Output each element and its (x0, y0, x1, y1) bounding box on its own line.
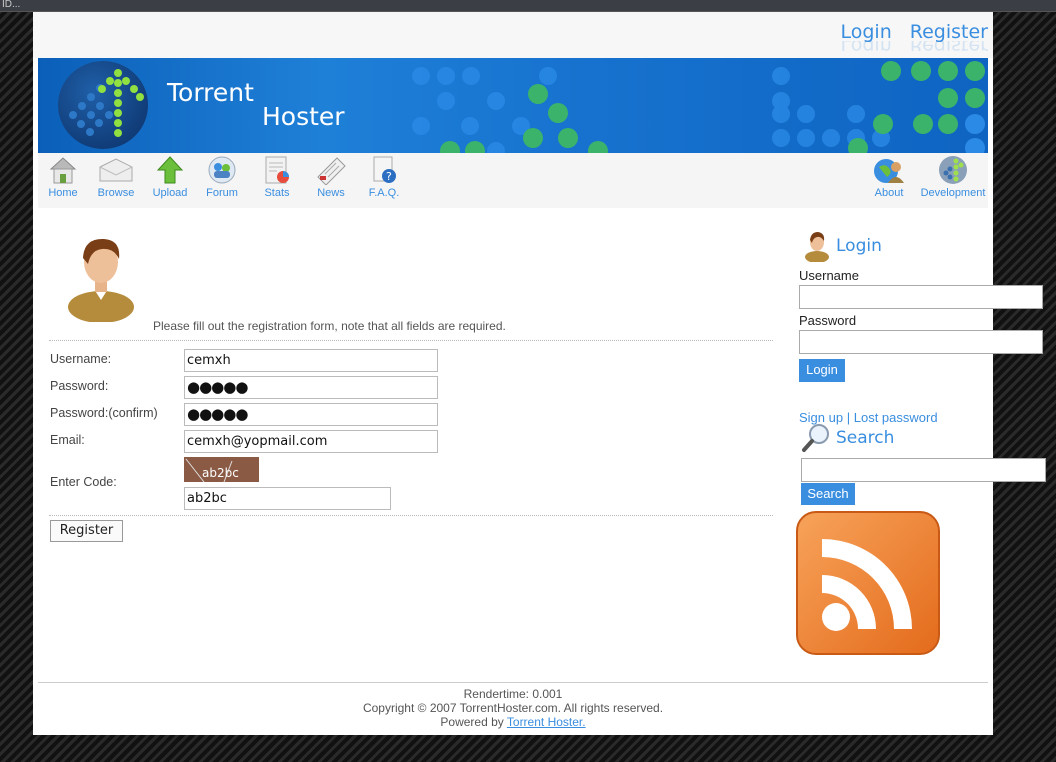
home-icon (49, 157, 77, 184)
sidebar-username-input[interactable] (799, 285, 1043, 309)
window-title: ID... (2, 0, 21, 10)
sidebar-username-label: Username (799, 268, 859, 283)
sidebar-search-input[interactable] (801, 458, 1046, 482)
svg-text:?: ? (386, 170, 392, 183)
login-reflection: Login (841, 41, 892, 51)
username-input[interactable]: cemxh (184, 349, 438, 372)
user-avatar-icon (68, 238, 134, 322)
form-bottom-separator (49, 515, 773, 516)
main-navbar: Home Browse Upload Forum Stats News ? F.… (38, 153, 988, 208)
email-label: Email: (50, 433, 85, 447)
password-confirm-label: Password:(confirm) (50, 406, 158, 420)
news-icon (317, 157, 346, 185)
forum-icon (208, 156, 236, 184)
development-icon (939, 156, 967, 184)
stats-icon (265, 156, 289, 184)
powered-by-line: Powered by Torrent Hoster. (38, 715, 988, 729)
nav-faq[interactable]: ? F.A.Q. (368, 155, 400, 199)
top-login-link[interactable]: Login Login (841, 21, 892, 51)
captcha-text: ab2bc (202, 466, 239, 480)
rss-feed-icon[interactable] (796, 511, 940, 655)
torrent-hoster-link[interactable]: Torrent Hoster. (507, 715, 586, 729)
sidebar-login-button[interactable]: Login (799, 359, 845, 382)
sidebar-search-button[interactable]: Search (801, 483, 855, 505)
register-reflection: Register (910, 41, 988, 51)
window-titlebar: ID... (0, 0, 1056, 12)
nav-upload[interactable]: Upload (150, 155, 190, 199)
captcha-image: ab2bc (184, 457, 259, 482)
code-label: Enter Code: (50, 475, 117, 489)
top-register-link[interactable]: Register Register (910, 21, 988, 51)
code-input[interactable]: ab2bc (184, 487, 391, 510)
password-input[interactable]: ●●●●● (184, 376, 438, 399)
site-banner: Torrent Hoster (38, 58, 988, 153)
brand-line2: Hoster (262, 102, 345, 131)
upload-icon (156, 156, 184, 184)
sidebar-search-title: Search (836, 428, 895, 448)
copyright-text: Copyright © 2007 TorrentHoster.com. All … (362, 701, 664, 715)
magnifier-icon (802, 424, 829, 452)
page: Login Login Register Register (33, 12, 1046, 735)
page-footer: Rendertime: 0.001 Copyright © 2007 Torre… (38, 682, 988, 729)
nav-stats[interactable]: Stats (262, 155, 292, 199)
nav-about[interactable]: About (868, 155, 910, 199)
faq-icon: ? (373, 156, 396, 183)
site-logo-icon (58, 61, 148, 149)
link-separator: | (846, 410, 851, 425)
nav-home[interactable]: Home (48, 155, 78, 199)
nav-development[interactable]: Development (918, 155, 988, 199)
top-bar: Login Login Register Register (33, 12, 993, 58)
top-links: Login Login Register Register (841, 21, 989, 51)
form-intro-text: Please fill out the registration form, n… (153, 319, 506, 333)
rendertime-text: Rendertime: 0.001 (463, 687, 563, 701)
about-icon (874, 159, 904, 183)
nav-browse[interactable]: Browse (96, 155, 136, 199)
lost-password-link[interactable]: Lost password (854, 410, 938, 425)
username-label: Username: (50, 352, 112, 366)
nav-forum[interactable]: Forum (204, 155, 240, 199)
browse-icon (99, 158, 133, 182)
sidebar-password-input[interactable] (799, 330, 1043, 354)
sidebar-login-title: Login (836, 236, 882, 256)
nav-news[interactable]: News (315, 155, 347, 199)
login-user-icon (805, 232, 829, 262)
brand-line1: Torrent (167, 78, 254, 107)
email-input[interactable]: cemxh@yopmail.com (184, 430, 438, 453)
password-confirm-input[interactable]: ●●●●● (184, 403, 438, 426)
password-label: Password: (50, 379, 109, 393)
form-top-separator (49, 340, 773, 341)
register-button[interactable]: Register (50, 520, 123, 542)
powered-by-text: Powered by (440, 715, 504, 729)
sidebar-password-label: Password (799, 313, 857, 328)
